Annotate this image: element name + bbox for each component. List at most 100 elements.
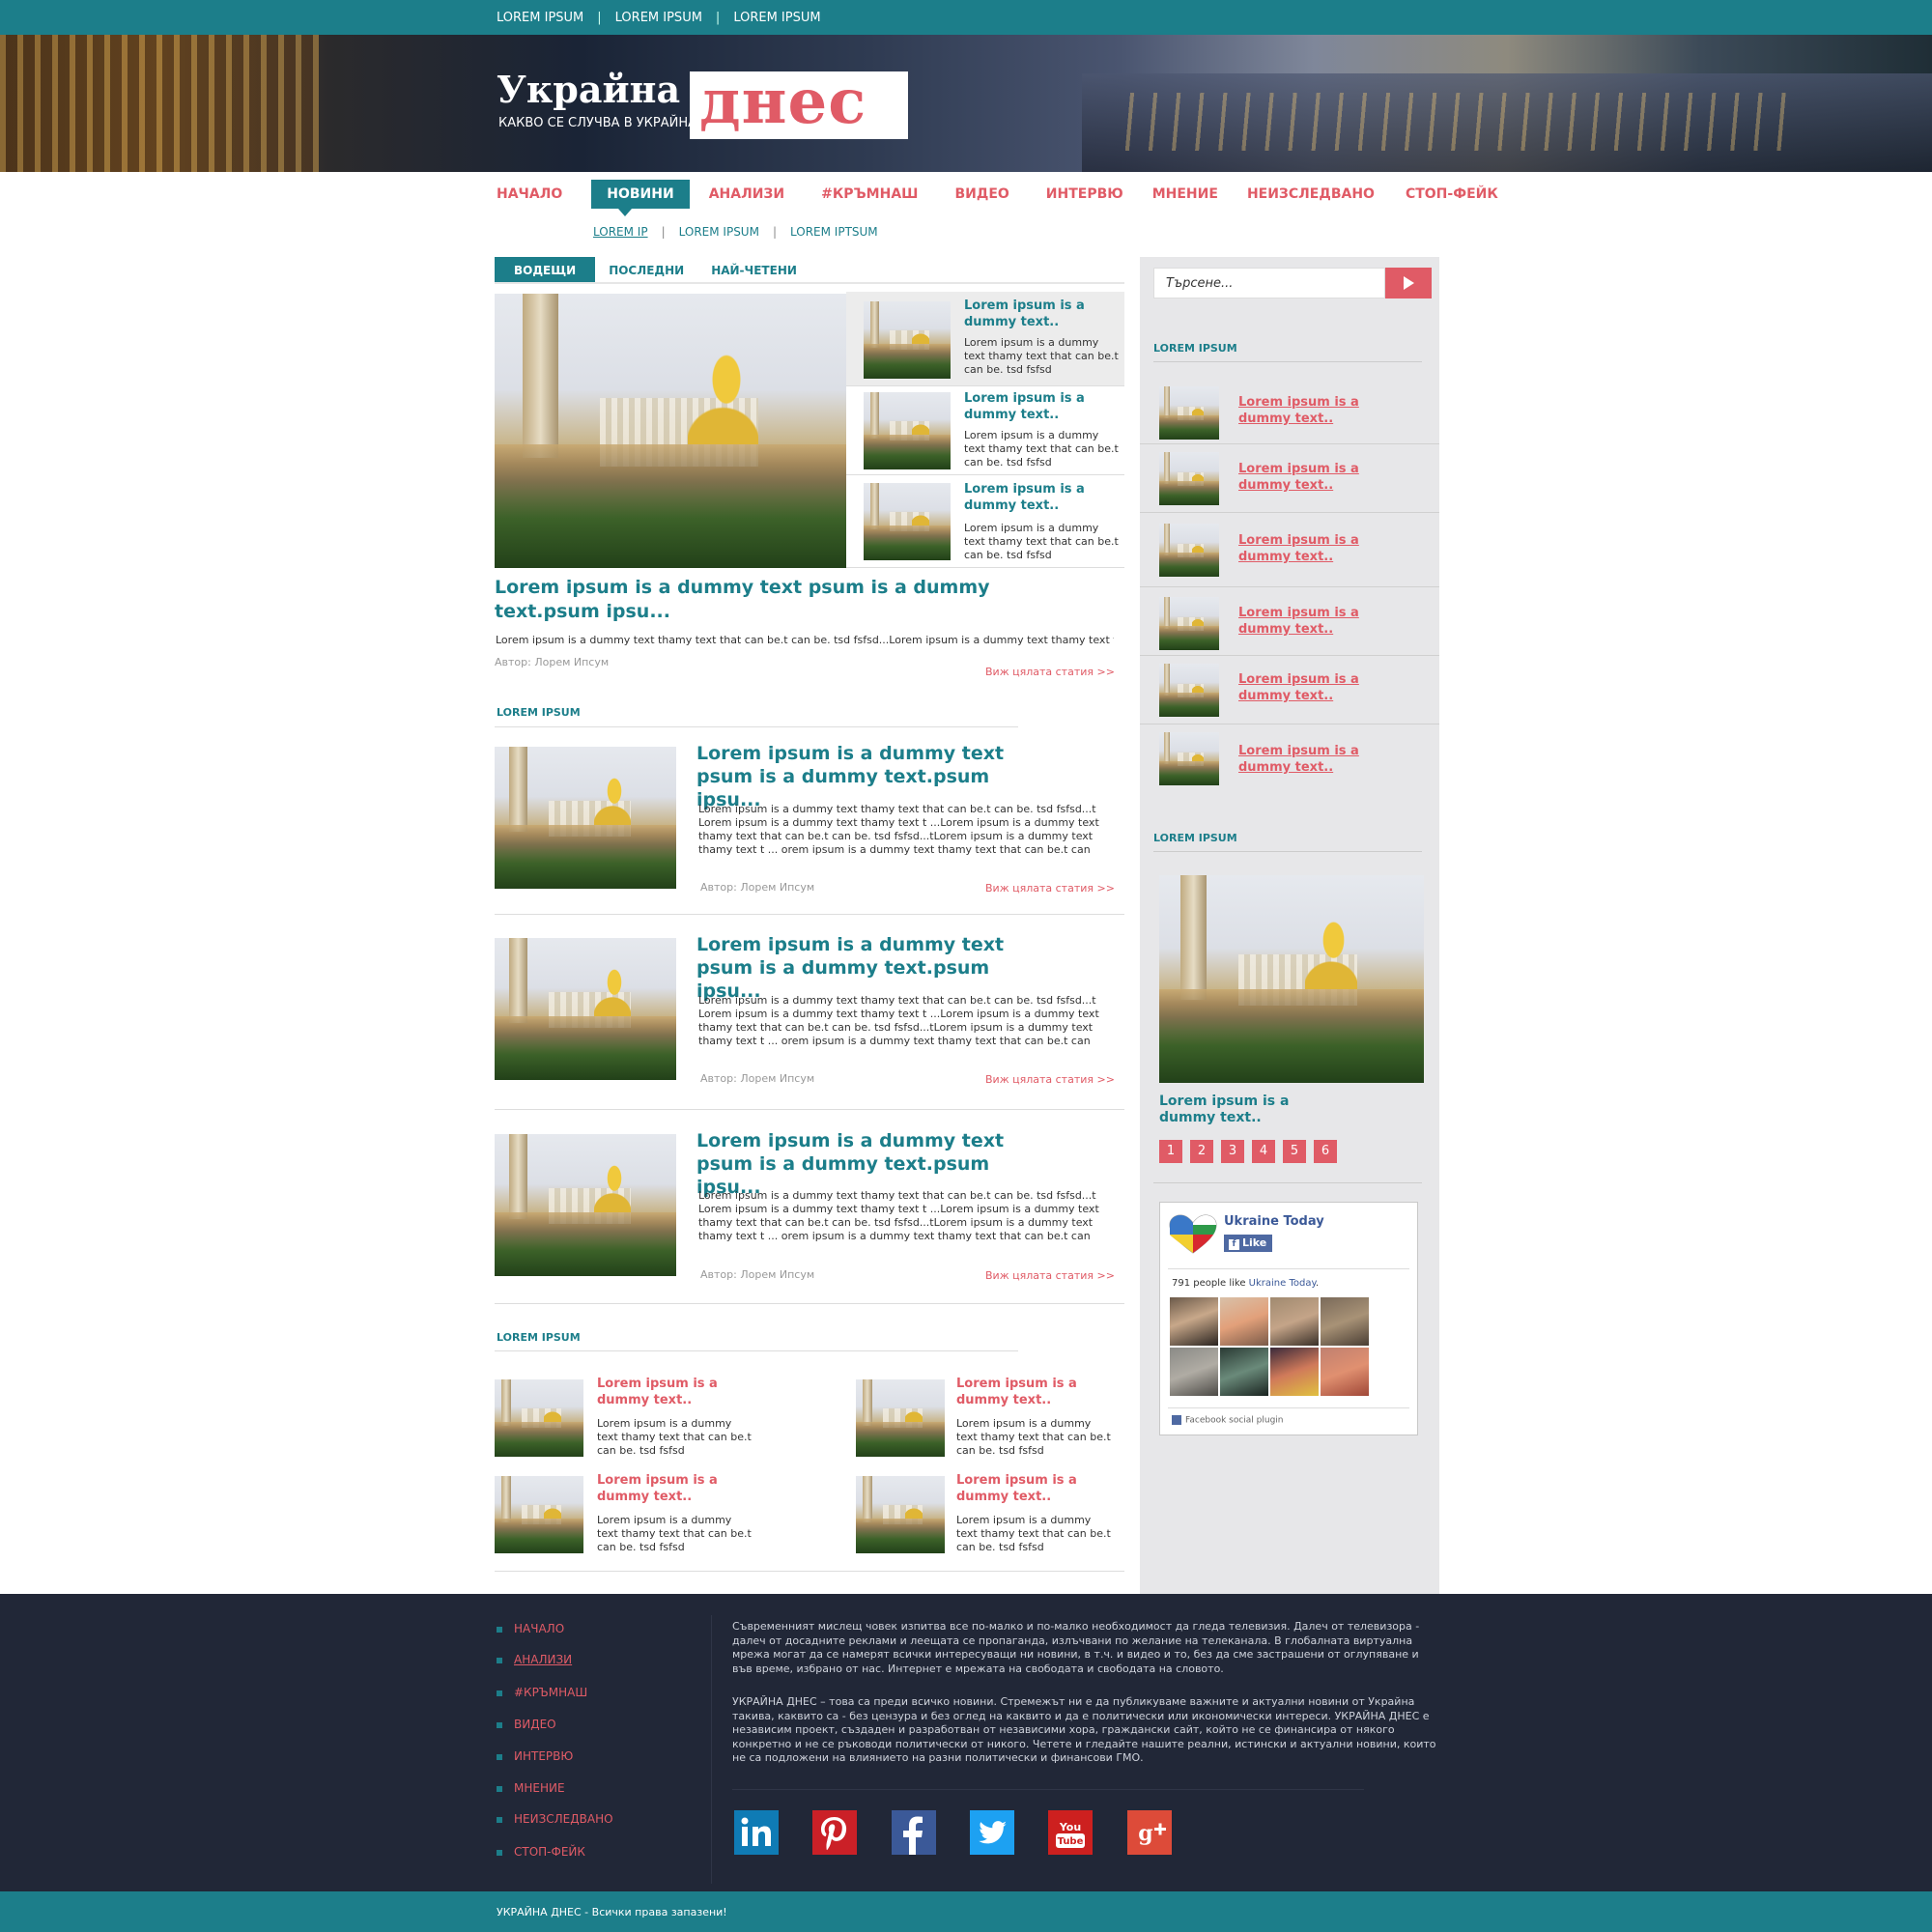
footer-menu-item[interactable]: СТОП-ФЕЙК xyxy=(497,1845,585,1859)
page-button-6[interactable]: 6 xyxy=(1314,1140,1337,1163)
search-button[interactable] xyxy=(1385,268,1432,298)
bullet-icon xyxy=(497,1721,502,1728)
sidebar-featured-image[interactable] xyxy=(1159,875,1424,1083)
youtube-icon[interactable]: You Tube xyxy=(1048,1810,1093,1855)
sidebar-list-item-title[interactable]: Lorem ipsum is a dummy text.. xyxy=(1238,461,1364,494)
grid-item-title[interactable]: Lorem ipsum is a dummy text.. xyxy=(597,1376,723,1408)
facebook-plugin-text: Facebook social plugin xyxy=(1185,1415,1284,1426)
grid-item-image[interactable] xyxy=(856,1476,945,1553)
grid-item-image[interactable] xyxy=(495,1379,583,1457)
nav-item-opinion[interactable]: МНЕНИЕ xyxy=(1152,180,1218,209)
nav-item-stop-fake[interactable]: СТОП-ФЕЙК xyxy=(1406,180,1498,209)
fan-avatar[interactable] xyxy=(1220,1297,1268,1346)
sidebar-list-item[interactable]: Lorem ipsum is a dummy text.. xyxy=(1140,444,1439,513)
footer-menu-item[interactable]: ВИДЕО xyxy=(497,1718,556,1731)
fan-avatar[interactable] xyxy=(1220,1348,1268,1396)
lead-article-image[interactable] xyxy=(495,294,846,568)
sidebar-list-item-title[interactable]: Lorem ipsum is a dummy text.. xyxy=(1238,743,1364,776)
nav-item-video[interactable]: ВИДЕО xyxy=(954,180,1009,209)
article-read-more[interactable]: Виж цялата статия >> xyxy=(985,1073,1115,1086)
fan-avatar[interactable] xyxy=(1321,1297,1369,1346)
article-image[interactable] xyxy=(495,938,676,1080)
subnav-item-1[interactable]: LOREM IP xyxy=(593,225,648,239)
nav-item-unexplored[interactable]: НЕИЗСЛЕДВАНО xyxy=(1247,180,1375,209)
page-button-1[interactable]: 1 xyxy=(1159,1140,1182,1163)
article-title[interactable]: Lorem ipsum is a dummy text psum is a du… xyxy=(696,742,1044,811)
twitter-icon[interactable] xyxy=(970,1810,1014,1855)
linkedin-icon[interactable] xyxy=(734,1810,779,1855)
grid-item-desc: Lorem ipsum is a dummy text thamy text t… xyxy=(597,1417,752,1457)
sidebar-list-item[interactable]: Lorem ipsum is a dummy text.. xyxy=(1140,656,1439,724)
top-link-2[interactable]: LOREM IPSUM xyxy=(615,11,702,25)
lead-side-item-title[interactable]: Lorem ipsum is a dummy text.. xyxy=(964,298,1109,330)
lead-article-title[interactable]: Lorem ipsum is a dummy text psum is a du… xyxy=(495,576,1074,624)
footer-menu-item[interactable]: НЕИЗСЛЕДВАНО xyxy=(497,1812,613,1826)
facebook-like-count: 791 people like Ukraine Today. xyxy=(1172,1278,1320,1289)
article-read-more[interactable]: Виж цялата статия >> xyxy=(985,882,1115,895)
facebook-count-text: 791 people like xyxy=(1172,1278,1246,1289)
top-link-3[interactable]: LOREM IPSUM xyxy=(733,11,820,25)
grid-item-title[interactable]: Lorem ipsum is a dummy text.. xyxy=(956,1472,1082,1505)
facebook-page-name[interactable]: Ukraine Today xyxy=(1224,1214,1324,1229)
sidebar-list-item[interactable]: Lorem ipsum is a dummy text.. xyxy=(1140,587,1439,656)
grid-item-image[interactable] xyxy=(495,1476,583,1553)
nav-item-krymnash[interactable]: #КРЪМНАШ xyxy=(821,180,918,209)
facebook-count-link[interactable]: Ukraine Today xyxy=(1249,1278,1316,1289)
fan-avatar[interactable] xyxy=(1170,1297,1218,1346)
fan-avatar[interactable] xyxy=(1170,1348,1218,1396)
page-button-3[interactable]: 3 xyxy=(1221,1140,1244,1163)
tab-most-read[interactable]: НАЙ-ЧЕТЕНИ xyxy=(697,257,810,282)
sidebar-list-item-title[interactable]: Lorem ipsum is a dummy text.. xyxy=(1238,394,1364,427)
nav-item-analyses[interactable]: АНАЛИЗИ xyxy=(709,180,784,209)
footer-menu-item[interactable]: МНЕНИЕ xyxy=(497,1781,565,1795)
nav-item-home[interactable]: НАЧАЛО xyxy=(497,180,562,209)
page-button-5[interactable]: 5 xyxy=(1283,1140,1306,1163)
lead-side-item-title[interactable]: Lorem ipsum is a dummy text.. xyxy=(964,390,1109,423)
facebook-like-button[interactable]: f Like xyxy=(1224,1235,1272,1252)
sidebar-list-item-title[interactable]: Lorem ipsum is a dummy text.. xyxy=(1238,532,1364,565)
lead-side-item[interactable]: Lorem ipsum is a dummy text.. Lorem ipsu… xyxy=(846,292,1124,386)
fan-avatar[interactable] xyxy=(1270,1348,1319,1396)
footer-menu-item[interactable]: ИНТЕРВЮ xyxy=(497,1749,573,1763)
nav-item-news[interactable]: НОВИНИ xyxy=(591,180,690,209)
logo-word-today: днес xyxy=(699,66,867,138)
page-button-2[interactable]: 2 xyxy=(1190,1140,1213,1163)
logo-word-ukraine[interactable]: Украйна xyxy=(497,68,680,111)
footer-menu-item[interactable]: НАЧАЛО xyxy=(497,1622,564,1635)
lead-side-item-title[interactable]: Lorem ipsum is a dummy text.. xyxy=(964,481,1109,514)
sidebar-list-item[interactable]: Lorem ipsum is a dummy text.. xyxy=(1140,377,1439,444)
pinterest-icon[interactable] xyxy=(812,1810,857,1855)
grid-item-title[interactable]: Lorem ipsum is a dummy text.. xyxy=(597,1472,723,1505)
facebook-icon[interactable] xyxy=(892,1810,936,1855)
footer-menu-item[interactable]: АНАЛИЗИ xyxy=(497,1653,572,1666)
article-image[interactable] xyxy=(495,747,676,889)
article-title[interactable]: Lorem ipsum is a dummy text psum is a du… xyxy=(696,933,1044,1003)
page-button-4[interactable]: 4 xyxy=(1252,1140,1275,1163)
nav-item-interview[interactable]: ИНТЕРВЮ xyxy=(1046,180,1123,209)
grid-item-desc: Lorem ipsum is a dummy text thamy text t… xyxy=(597,1514,752,1553)
sidebar-list-item[interactable]: Lorem ipsum is a dummy text.. xyxy=(1140,513,1439,587)
sidebar-list-item-title[interactable]: Lorem ipsum is a dummy text.. xyxy=(1238,671,1364,704)
subnav-item-2[interactable]: LOREM IPSUM xyxy=(679,225,759,239)
fan-avatar[interactable] xyxy=(1321,1348,1369,1396)
tab-leading[interactable]: ВОДЕЩИ xyxy=(495,257,596,282)
footer-menu-item[interactable]: #КРЪМНАШ xyxy=(497,1686,587,1699)
google-plus-icon[interactable]: g xyxy=(1127,1810,1172,1855)
top-link-1[interactable]: LOREM IPSUM xyxy=(497,11,583,25)
grid-item-title[interactable]: Lorem ipsum is a dummy text.. xyxy=(956,1376,1082,1408)
article-image[interactable] xyxy=(495,1134,676,1276)
grid-item-image[interactable] xyxy=(856,1379,945,1457)
lead-article-read-more[interactable]: Виж цялата статия >> xyxy=(985,666,1115,678)
article-read-more[interactable]: Виж цялата статия >> xyxy=(985,1269,1115,1282)
lead-side-item[interactable]: Lorem ipsum is a dummy text.. Lorem ipsu… xyxy=(846,475,1124,568)
lead-side-item-desc: Lorem ipsum is a dummy text thamy text t… xyxy=(964,522,1119,561)
tab-latest[interactable]: ПОСЛЕДНИ xyxy=(595,257,697,282)
logo-word-today-box[interactable]: днес xyxy=(690,66,908,139)
sidebar-list-item-title[interactable]: Lorem ipsum is a dummy text.. xyxy=(1238,605,1364,638)
sidebar-list-item[interactable]: Lorem ipsum is a dummy text.. xyxy=(1140,724,1439,796)
lead-side-item[interactable]: Lorem ipsum is a dummy text.. Lorem ipsu… xyxy=(846,386,1124,475)
fan-avatar[interactable] xyxy=(1270,1297,1319,1346)
subnav-item-3[interactable]: LOREM IPTSUM xyxy=(790,225,878,239)
search-input[interactable]: Търсене... xyxy=(1153,268,1385,298)
sidebar-featured-title[interactable]: Lorem ipsum is a dummy text.. xyxy=(1159,1094,1304,1126)
